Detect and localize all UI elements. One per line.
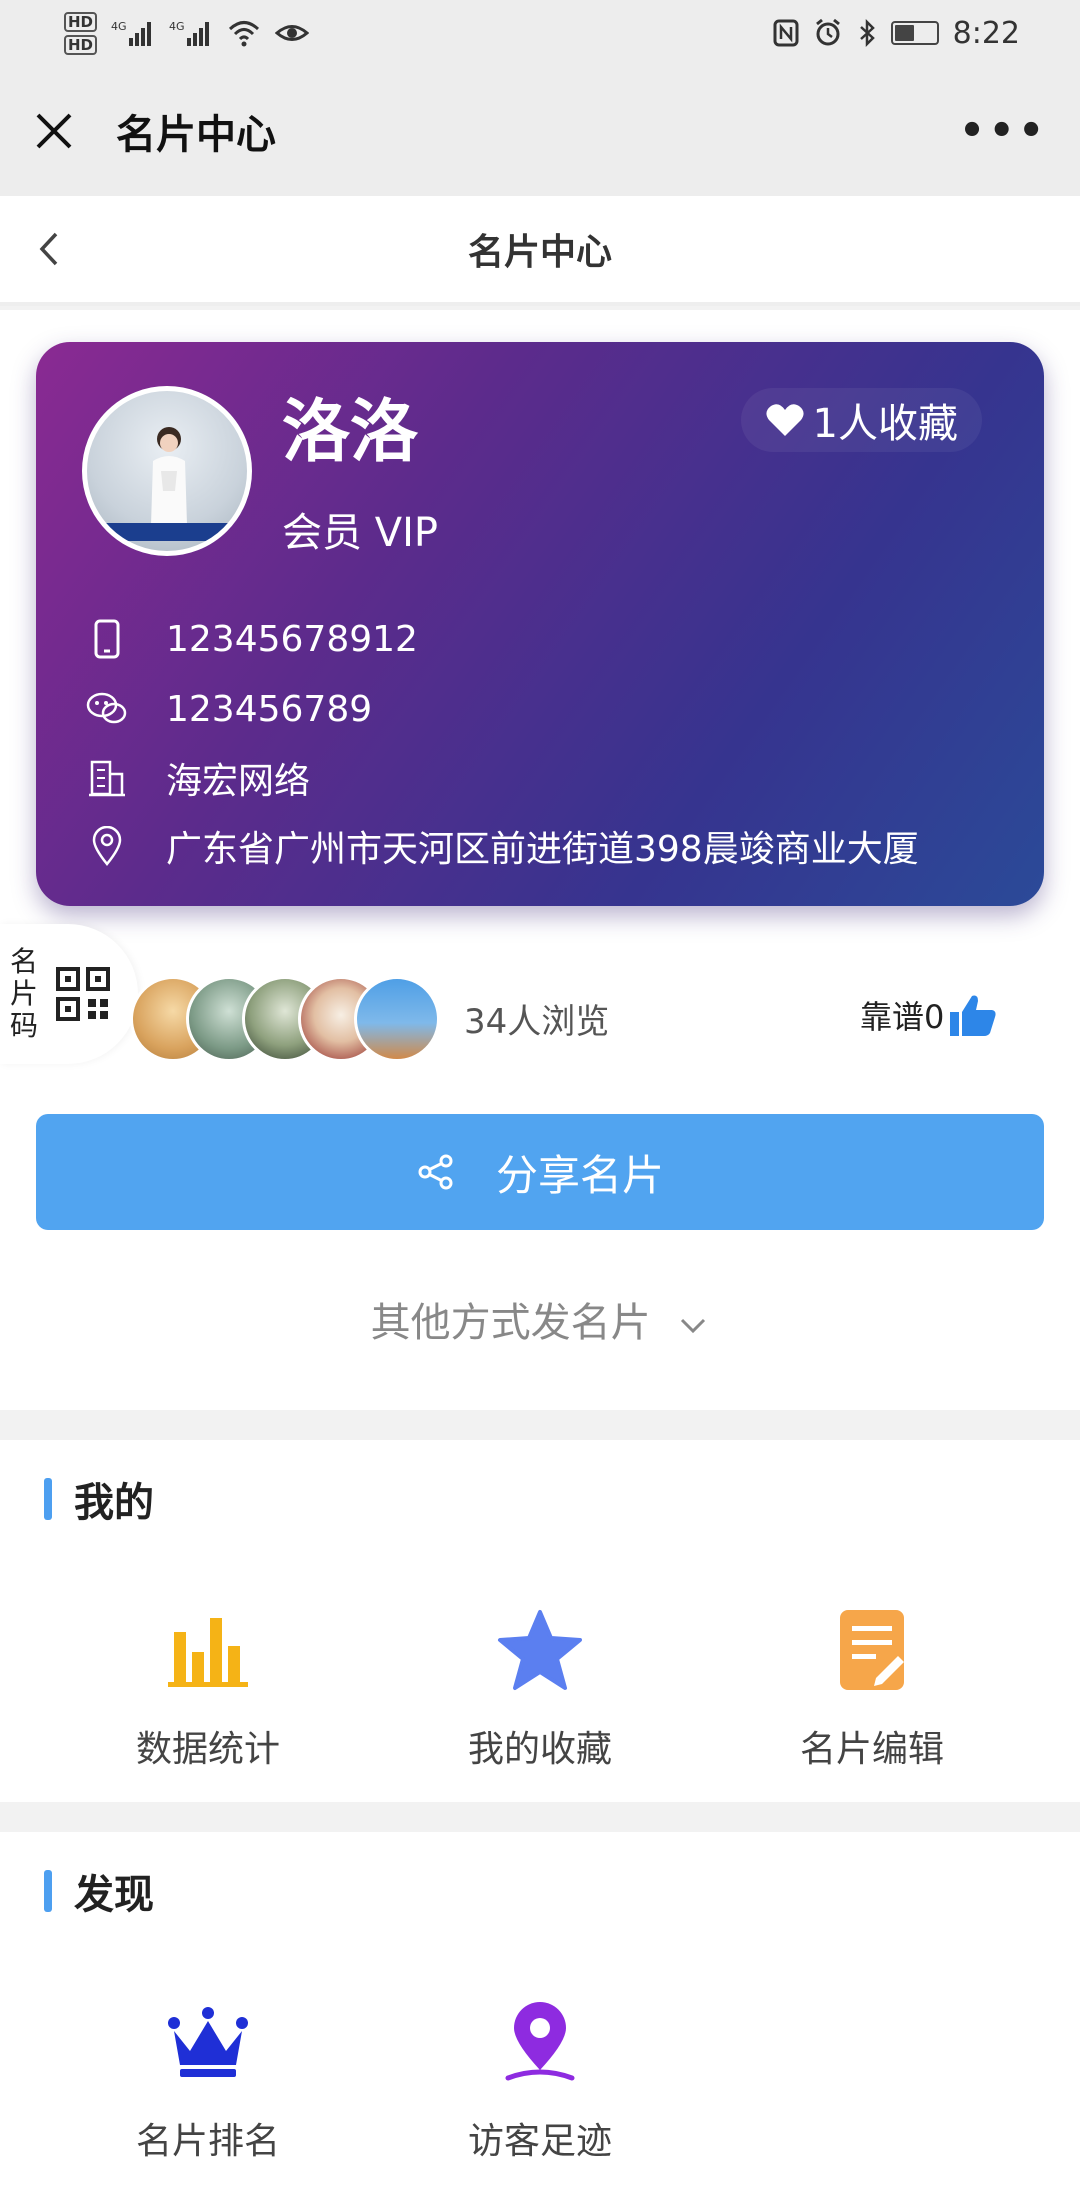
company-name: 海宏网络 bbox=[166, 761, 311, 802]
hd-icon: HD bbox=[64, 11, 98, 32]
card-edit-label: 名片编辑 bbox=[799, 1729, 944, 1770]
bar-chart-icon bbox=[158, 1600, 258, 1700]
star-icon bbox=[490, 1600, 590, 1700]
wechat-row[interactable]: 123456789 bbox=[82, 684, 372, 734]
visitor-footprints-label: 访客足迹 bbox=[467, 2121, 612, 2162]
my-section-title: 我的 bbox=[44, 1470, 154, 1528]
back-icon[interactable] bbox=[34, 226, 64, 272]
wifi-icon bbox=[228, 21, 260, 47]
phone-icon bbox=[82, 614, 132, 664]
company-row: 海宏网络 bbox=[82, 752, 310, 804]
card-section: 洛洛 1人收藏 会员 VIP 12345678912 123456789 海宏网… bbox=[0, 310, 1080, 1410]
section-accent-bar bbox=[44, 1478, 52, 1520]
eye-icon bbox=[275, 25, 310, 41]
nfc-icon bbox=[773, 19, 799, 47]
viewer-avatars[interactable] bbox=[130, 976, 440, 1062]
favorites-count: 1人收藏 bbox=[812, 401, 958, 447]
hd-icon: HD bbox=[64, 34, 98, 55]
my-section: 我的 数据统计 我的收藏 名片编辑 bbox=[0, 1440, 1080, 1802]
svg-text:4G: 4G bbox=[111, 20, 127, 33]
status-right: 8:22 bbox=[773, 16, 1020, 51]
my-section-label: 我的 bbox=[74, 1480, 154, 1526]
discover-section-label: 发现 bbox=[74, 1872, 154, 1918]
avatar[interactable] bbox=[82, 386, 252, 556]
qr-code-icon bbox=[56, 967, 110, 1021]
other-ways-label: 其他方式发名片 bbox=[370, 1300, 651, 1346]
my-favorites-label: 我的收藏 bbox=[467, 1729, 612, 1770]
share-icon bbox=[418, 1154, 453, 1190]
visitor-footprints-item[interactable]: 访客足迹 bbox=[374, 1992, 706, 2164]
viewer-avatar bbox=[354, 976, 440, 1062]
location-pin-icon bbox=[490, 1992, 590, 2092]
location-icon bbox=[82, 821, 132, 871]
wechat-id: 123456789 bbox=[166, 688, 373, 730]
page-title: 名片中心 bbox=[467, 232, 612, 273]
bluetooth-icon bbox=[859, 18, 875, 48]
phone-number: 12345678912 bbox=[166, 618, 418, 660]
view-count: 34人浏览 bbox=[464, 1002, 610, 1042]
more-menu-button[interactable]: ••• bbox=[959, 108, 1048, 154]
thumbs-up-icon bbox=[950, 995, 996, 1036]
share-label: 分享名片 bbox=[495, 1150, 664, 1200]
crown-icon bbox=[158, 1992, 258, 2092]
close-icon[interactable] bbox=[32, 109, 76, 153]
status-time: 8:22 bbox=[952, 15, 1020, 51]
member-level: 会员 VIP bbox=[282, 510, 438, 556]
svg-text:4G: 4G bbox=[169, 20, 185, 33]
card-edit-item[interactable]: 名片编辑 bbox=[706, 1600, 1038, 1772]
wechat-title: 名片中心 bbox=[116, 112, 276, 158]
discover-section: 发现 名片排名 访客足迹 bbox=[0, 1832, 1080, 2204]
hd-badges: HD HD bbox=[64, 11, 98, 55]
page-nav: 名片中心 bbox=[0, 196, 1080, 306]
section-accent-bar bbox=[44, 1870, 52, 1912]
status-left: HD HD 4G 4G bbox=[64, 11, 310, 55]
alarm-icon bbox=[815, 18, 840, 46]
phone-row[interactable]: 12345678912 bbox=[82, 614, 418, 664]
my-favorites-item[interactable]: 我的收藏 bbox=[374, 1600, 706, 1772]
heart-icon bbox=[765, 404, 804, 436]
card-name: 洛洛 bbox=[282, 393, 419, 472]
signal-icon: 4G bbox=[169, 20, 210, 46]
chevron-down-icon bbox=[681, 1318, 706, 1334]
card-ranking-label: 名片排名 bbox=[135, 2121, 280, 2162]
business-card: 洛洛 1人收藏 会员 VIP 12345678912 123456789 海宏网… bbox=[36, 342, 1044, 906]
data-statistics-label: 数据统计 bbox=[135, 1729, 280, 1770]
reliable-like-button[interactable]: 靠谱0 bbox=[860, 992, 998, 1038]
reliable-count: 靠谱0 bbox=[860, 998, 945, 1036]
favorites-badge[interactable]: 1人收藏 bbox=[740, 388, 982, 452]
data-statistics-item[interactable]: 数据统计 bbox=[42, 1600, 374, 1772]
card-qr-code-tab[interactable]: 名片码 bbox=[0, 924, 138, 1064]
battery-icon bbox=[890, 21, 939, 45]
address-text: 广东省广州市天河区前进街道398晨竣商业大厦 bbox=[166, 829, 919, 870]
wechat-header: 名片中心 ••• bbox=[0, 66, 1080, 196]
wechat-icon bbox=[82, 684, 132, 734]
edit-document-icon bbox=[822, 1600, 922, 1700]
share-card-button[interactable]: 分享名片 bbox=[36, 1114, 1044, 1230]
signal-icon: 4G bbox=[111, 20, 152, 46]
qr-tab-label: 名片码 bbox=[10, 945, 39, 1042]
photo-banner bbox=[99, 523, 239, 541]
card-ranking-item[interactable]: 名片排名 bbox=[42, 1992, 374, 2164]
status-bar: HD HD 4G 4G 8:22 bbox=[0, 0, 1080, 66]
building-icon bbox=[82, 753, 132, 803]
address-row[interactable]: 广东省广州市天河区前进街道398晨竣商业大厦 bbox=[82, 820, 919, 872]
other-share-methods[interactable]: 其他方式发名片 bbox=[0, 1290, 1080, 1348]
discover-section-title: 发现 bbox=[44, 1862, 154, 1920]
